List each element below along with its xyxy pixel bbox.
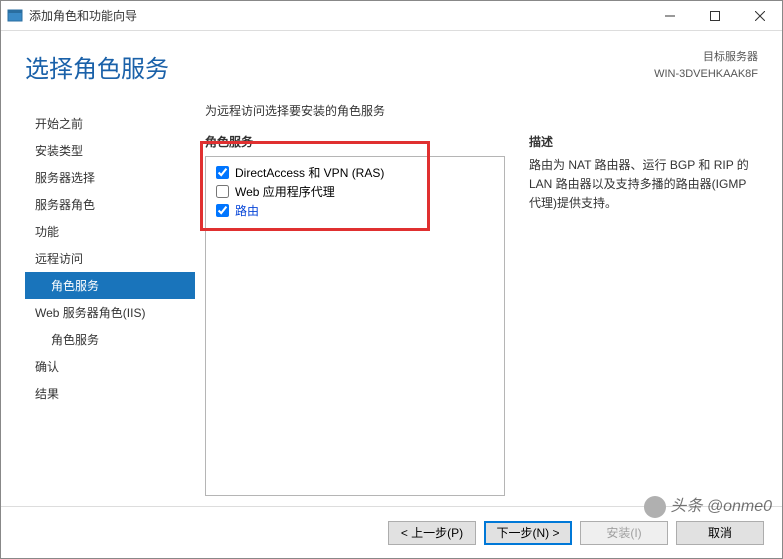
role-checkbox-web-app-proxy[interactable] (216, 185, 229, 198)
sidebar-item-before-begin[interactable]: 开始之前 (25, 110, 195, 137)
sidebar-item-server-roles[interactable]: 服务器角色 (25, 191, 195, 218)
main-panel: 为远程访问选择要安装的角色服务 角色服务 DirectAccess 和 VPN … (195, 92, 782, 506)
cancel-button[interactable]: 取消 (676, 521, 764, 545)
page-title: 选择角色服务 (25, 49, 654, 84)
next-button[interactable]: 下一步(N) > (484, 521, 572, 545)
window-title: 添加角色和功能向导 (29, 7, 647, 24)
roles-listbox: DirectAccess 和 VPN (RAS) Web 应用程序代理 路由 (205, 156, 505, 496)
roles-label: 角色服务 (205, 133, 505, 150)
window-controls (647, 1, 782, 31)
maximize-button[interactable] (692, 1, 737, 31)
target-server-info: 目标服务器 WIN-3DVEHKAAK8F (654, 49, 758, 82)
role-label: DirectAccess 和 VPN (RAS) (235, 164, 384, 181)
role-label: 路由 (235, 202, 259, 219)
sidebar-item-results[interactable]: 结果 (25, 380, 195, 407)
description-panel: 描述 路由为 NAT 路由器、运行 BGP 和 RIP 的 LAN 路由器以及支… (529, 133, 758, 506)
sidebar-item-server-selection[interactable]: 服务器选择 (25, 164, 195, 191)
roles-panel: 角色服务 DirectAccess 和 VPN (RAS) Web 应用程序代理 (205, 133, 505, 506)
role-checkbox-routing[interactable] (216, 204, 229, 217)
role-item-routing[interactable]: 路由 (216, 201, 494, 220)
sidebar-item-role-services[interactable]: 角色服务 (25, 272, 195, 299)
sidebar: 开始之前 安装类型 服务器选择 服务器角色 功能 远程访问 角色服务 Web 服… (25, 92, 195, 506)
minimize-button[interactable] (647, 1, 692, 31)
target-server-name: WIN-3DVEHKAAK8F (654, 66, 758, 83)
sidebar-item-install-type[interactable]: 安装类型 (25, 137, 195, 164)
target-server-label: 目标服务器 (654, 49, 758, 66)
app-icon (7, 8, 23, 24)
button-bar: < 上一步(P) 下一步(N) > 安装(I) 取消 (1, 506, 782, 558)
sidebar-item-iis-role-services[interactable]: 角色服务 (25, 326, 195, 353)
sidebar-item-features[interactable]: 功能 (25, 218, 195, 245)
body: 开始之前 安装类型 服务器选择 服务器角色 功能 远程访问 角色服务 Web 服… (1, 92, 782, 506)
close-button[interactable] (737, 1, 782, 31)
previous-button[interactable]: < 上一步(P) (388, 521, 476, 545)
wizard-window: 添加角色和功能向导 选择角色服务 目标服务器 WIN-3DVEHKAAK8F 开… (0, 0, 783, 559)
sidebar-item-confirm[interactable]: 确认 (25, 353, 195, 380)
role-item-web-app-proxy[interactable]: Web 应用程序代理 (216, 182, 494, 201)
install-button: 安装(I) (580, 521, 668, 545)
role-checkbox-directaccess-vpn[interactable] (216, 166, 229, 179)
intro-text: 为远程访问选择要安装的角色服务 (205, 102, 758, 119)
sidebar-item-remote-access[interactable]: 远程访问 (25, 245, 195, 272)
header: 选择角色服务 目标服务器 WIN-3DVEHKAAK8F (1, 31, 782, 92)
role-label: Web 应用程序代理 (235, 183, 335, 200)
description-text: 路由为 NAT 路由器、运行 BGP 和 RIP 的 LAN 路由器以及支持多播… (529, 156, 758, 214)
role-item-directaccess-vpn[interactable]: DirectAccess 和 VPN (RAS) (216, 163, 494, 182)
panels: 角色服务 DirectAccess 和 VPN (RAS) Web 应用程序代理 (205, 133, 758, 506)
description-label: 描述 (529, 133, 758, 150)
sidebar-item-web-server-iis[interactable]: Web 服务器角色(IIS) (25, 299, 195, 326)
titlebar: 添加角色和功能向导 (1, 1, 782, 31)
